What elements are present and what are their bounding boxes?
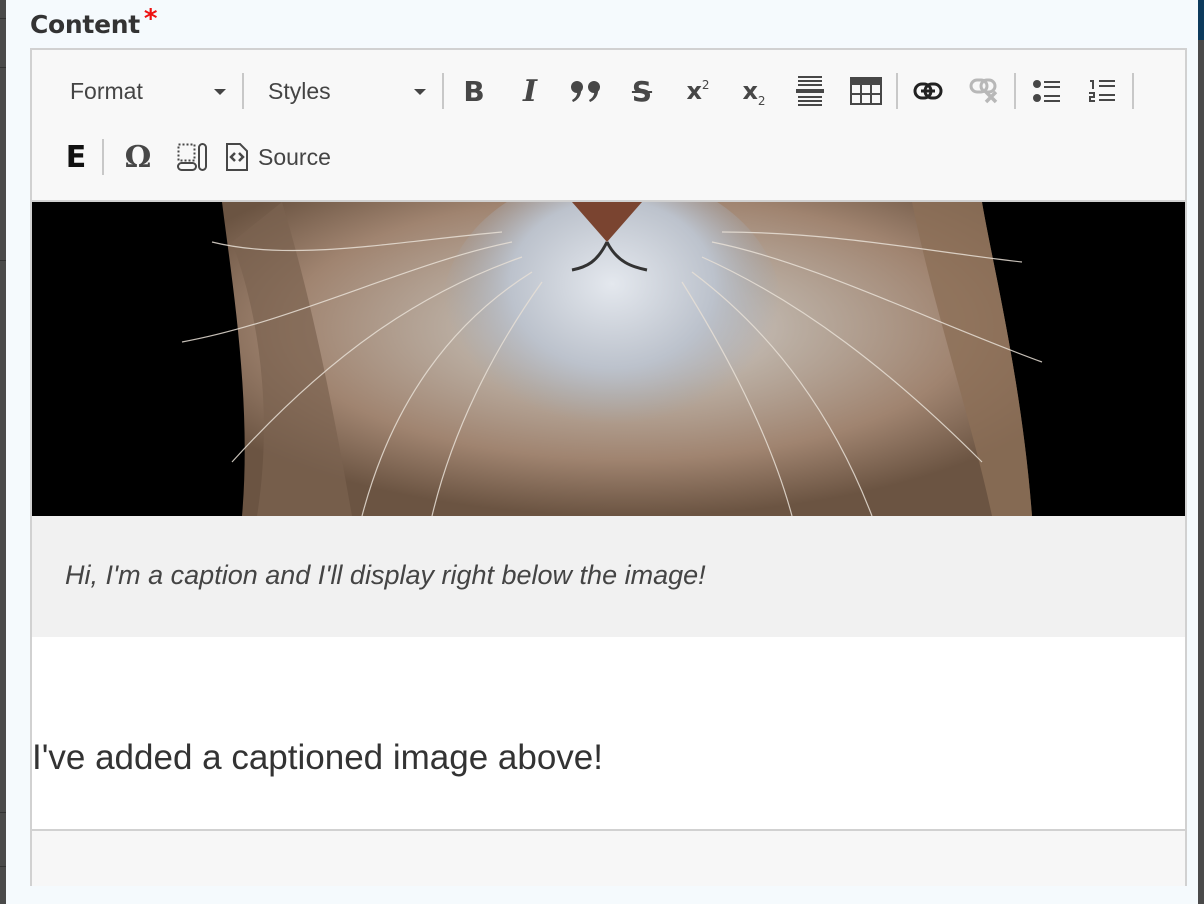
background-panel-right: [1198, 0, 1204, 904]
horizontal-line-icon: [796, 76, 824, 106]
unlink-icon: [969, 78, 998, 104]
bold-icon: B: [463, 74, 485, 108]
format-dropdown-label: Format: [70, 77, 143, 104]
special-characters-button[interactable]: Ω: [106, 137, 170, 177]
cat-photo: [32, 202, 1185, 516]
source-code-icon: [226, 143, 248, 171]
italic-button[interactable]: I: [502, 71, 558, 111]
bulleted-list-button[interactable]: [1018, 71, 1074, 111]
toolbar-separator: [102, 139, 104, 175]
editor-content-area[interactable]: Hi, I'm a caption and I'll display right…: [32, 202, 1185, 828]
omega-icon: Ω: [124, 139, 152, 175]
background-panel-left: [0, 0, 6, 904]
toolbar-separator: [1132, 73, 1134, 109]
link-icon: [913, 82, 943, 100]
superscript-button[interactable]: x2: [670, 71, 726, 111]
toolbar-row-2: E Ω Source: [32, 132, 339, 182]
strikethrough-button[interactable]: S: [614, 71, 670, 111]
captioned-image[interactable]: [32, 202, 1185, 516]
format-dropdown[interactable]: Format: [32, 71, 240, 111]
toolbar-row-1: Format Styles B I S x2 x2: [32, 66, 1136, 116]
chevron-down-icon: [414, 89, 426, 95]
bold-button[interactable]: B: [446, 71, 502, 111]
italic-icon: I: [522, 73, 538, 109]
source-button-label: Source: [258, 143, 331, 170]
toolbar-separator: [1014, 73, 1016, 109]
bulleted-list-icon: [1033, 80, 1060, 102]
source-button[interactable]: Source: [214, 137, 339, 177]
show-blocks-icon: [177, 143, 207, 171]
field-label-text: Content: [30, 10, 140, 39]
field-label: Content *: [30, 4, 157, 40]
editor-toolbar: Format Styles B I S x2 x2 E Ω Source: [32, 50, 1185, 202]
horizontal-line-button[interactable]: [782, 71, 838, 111]
numbered-list-button[interactable]: [1074, 71, 1130, 111]
link-button[interactable]: [900, 71, 956, 111]
editor-status-bar: [32, 829, 1185, 886]
subscript-button[interactable]: x2: [726, 71, 782, 111]
styles-dropdown-label: Styles: [268, 77, 331, 104]
toolbar-separator: [896, 73, 898, 109]
table-icon: [850, 77, 882, 105]
chevron-down-icon: [214, 89, 226, 95]
embed-icon: E: [65, 139, 87, 175]
show-blocks-button[interactable]: [170, 137, 214, 177]
numbered-list-icon: [1089, 80, 1115, 102]
styles-dropdown[interactable]: Styles: [246, 71, 440, 111]
unlink-button[interactable]: [956, 71, 1012, 111]
toolbar-separator: [242, 73, 244, 109]
image-caption[interactable]: Hi, I'm a caption and I'll display right…: [32, 516, 1185, 637]
blockquote-icon: [571, 81, 600, 102]
strikethrough-icon: S: [631, 74, 653, 108]
image-caption-text: Hi, I'm a caption and I'll display right…: [65, 560, 706, 590]
body-paragraph[interactable]: I've added a captioned image above!: [32, 738, 603, 778]
subscript-icon: x2: [742, 77, 766, 108]
blockquote-button[interactable]: [558, 71, 614, 111]
required-marker: *: [143, 4, 158, 34]
superscript-icon: x2: [686, 77, 710, 105]
embed-button[interactable]: E: [52, 137, 100, 177]
toolbar-separator: [442, 73, 444, 109]
rich-text-editor[interactable]: Format Styles B I S x2 x2 E Ω Source Hi,…: [30, 48, 1187, 886]
table-button[interactable]: [838, 71, 894, 111]
